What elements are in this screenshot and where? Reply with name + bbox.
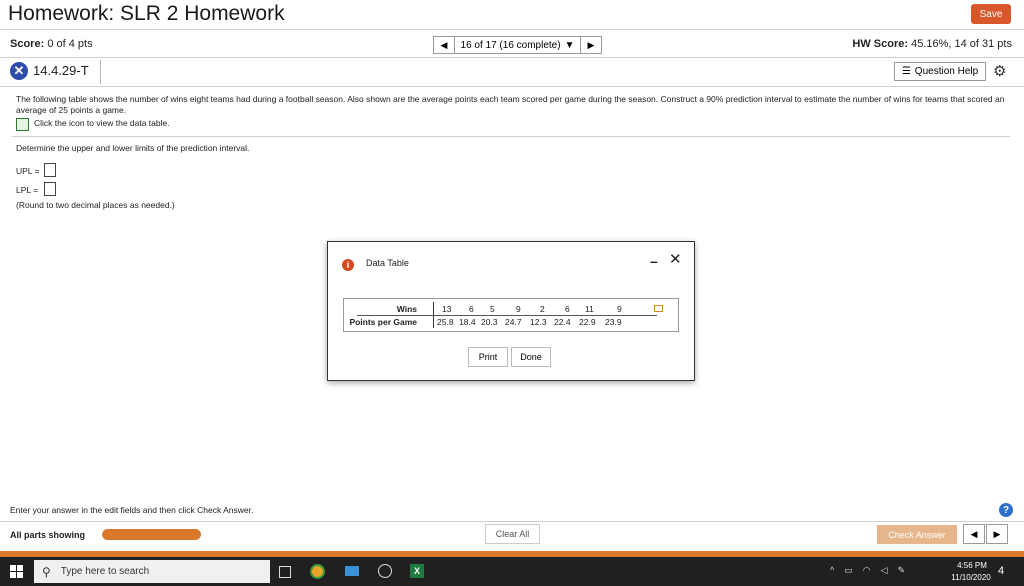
table-link-text: Click the icon to view the data table. [34, 118, 170, 128]
windows-taskbar: ⚲ Type here to search X ^ ▭ ◠ ◁ ✎ 4:56 P… [0, 557, 1024, 586]
divider [357, 315, 657, 316]
minimize-icon[interactable]: – [650, 253, 658, 269]
done-button[interactable]: Done [511, 347, 551, 367]
lpl-label: LPL = [16, 185, 39, 195]
question-prompt: The following table shows the number of … [16, 94, 1005, 115]
lpl-input[interactable] [44, 182, 56, 196]
print-button[interactable]: Print [468, 347, 508, 367]
globe-icon[interactable] [378, 564, 392, 578]
points-cell: 22.4 [554, 317, 571, 327]
wins-cell: 9 [617, 304, 622, 314]
notification-count: 4 [998, 565, 1005, 577]
modal-title: Data Table [366, 258, 409, 268]
gear-icon[interactable]: ⚙ [993, 62, 1006, 80]
incorrect-x-icon: ✕ [10, 62, 28, 80]
pen-icon[interactable]: ✎ [898, 565, 906, 576]
page-title: Homework: SLR 2 Homework [8, 2, 285, 25]
prev-question-button[interactable]: ◀ [433, 36, 455, 54]
divider [0, 86, 1024, 87]
question-nav-text: 16 of 17 (16 complete) [460, 39, 561, 51]
search-icon: ⚲ [42, 564, 51, 579]
clock-time: 4:56 PM [957, 561, 987, 570]
task-view-icon[interactable] [279, 566, 291, 578]
system-tray: ^ ▭ ◠ ◁ ✎ [830, 565, 905, 576]
score-value: 0 of 4 pts [47, 38, 93, 50]
next-question-button[interactable]: ▶ [986, 524, 1008, 544]
instruction-footer: Enter your answer in the edit fields and… [10, 505, 254, 515]
notification-icon[interactable]: 4 [998, 565, 1004, 577]
clock-date: 11/10/2020 [951, 573, 991, 582]
points-cell: 18.4 [459, 317, 476, 327]
divider [100, 60, 101, 84]
hw-score-label: HW Score: [852, 38, 909, 50]
points-cell: 20.3 [481, 317, 498, 327]
check-answer-button[interactable]: Check Answer [877, 525, 957, 544]
points-cell: 22.9 [579, 317, 596, 327]
row-header-wins: Wins [396, 304, 417, 314]
table-icon[interactable] [16, 118, 29, 131]
divider [12, 136, 1010, 137]
taskbar-search[interactable]: ⚲ Type here to search [34, 560, 270, 583]
question-select[interactable]: 16 of 17 (16 complete) ▼ [455, 36, 580, 54]
info-icon: i [342, 259, 354, 271]
all-parts-label: All parts showing [10, 530, 86, 540]
windows-start-icon[interactable] [10, 565, 23, 578]
chevron-down-icon: ▼ [564, 39, 575, 51]
divider [0, 521, 1024, 522]
points-cell: 23.9 [605, 317, 622, 327]
question-help-label: Question Help [914, 66, 979, 77]
help-icon[interactable]: ? [999, 503, 1013, 517]
excel-icon[interactable]: X [410, 564, 424, 578]
wins-cell: 5 [490, 304, 495, 314]
question-help-button[interactable]: ☰ Question Help [894, 62, 986, 81]
data-table-modal: i Data Table – ✕ Wins Points per Game 13… [327, 241, 695, 381]
file-explorer-icon[interactable] [345, 566, 359, 576]
upl-label: UPL = [16, 166, 40, 176]
rounding-note: (Round to two decimal places as needed.) [16, 200, 175, 210]
divider [0, 57, 1024, 58]
question-id: 14.4.29-T [33, 63, 89, 78]
parts-progress-bar [102, 529, 201, 540]
wins-cell: 11 [585, 304, 594, 314]
wins-cell: 13 [442, 304, 452, 314]
progress-fill [102, 529, 201, 540]
battery-icon[interactable]: ▭ [844, 565, 853, 576]
hw-score: HW Score: 45.16%, 14 of 31 pts [852, 38, 1012, 50]
wins-cell: 9 [516, 304, 521, 314]
homework-app: Homework: SLR 2 Homework Save Score: 0 o… [0, 0, 1024, 557]
chrome-icon[interactable] [310, 564, 325, 579]
save-button[interactable]: Save [971, 4, 1011, 24]
points-cell: 24.7 [505, 317, 522, 327]
chevron-up-icon[interactable]: ^ [830, 565, 834, 576]
instruction-text: Determine the upper and lower limits of … [16, 143, 250, 153]
divider [0, 29, 1024, 30]
wifi-icon[interactable]: ◠ [863, 565, 871, 576]
row-header-points: Points per Game [349, 317, 417, 327]
prev-question-button[interactable]: ◀ [963, 524, 985, 544]
close-icon[interactable]: ✕ [669, 250, 682, 268]
score: Score: 0 of 4 pts [10, 38, 93, 50]
data-table: Wins Points per Game 13 6 5 9 2 6 11 9 2… [343, 298, 679, 332]
wins-cell: 6 [469, 304, 474, 314]
wins-cell: 2 [540, 304, 545, 314]
hw-score-value: 45.16%, 14 of 31 pts [911, 38, 1012, 50]
next-question-button[interactable]: ▶ [580, 36, 602, 54]
upl-input[interactable] [44, 163, 56, 177]
clear-all-button[interactable]: Clear All [485, 524, 540, 544]
score-label: Score: [10, 38, 45, 50]
copy-icon[interactable] [654, 305, 663, 312]
list-icon: ☰ [901, 66, 911, 77]
volume-icon[interactable]: ◁ [881, 565, 888, 576]
wins-cell: 6 [565, 304, 570, 314]
points-cell: 25.8 [437, 317, 454, 327]
search-placeholder: Type here to search [60, 566, 150, 577]
points-cell: 12.3 [530, 317, 547, 327]
